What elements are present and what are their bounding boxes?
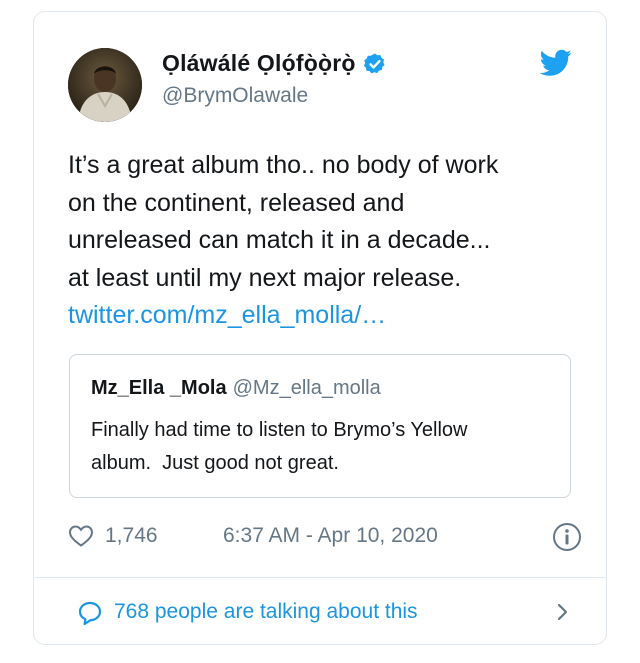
tweet-text: It’s a great album tho.. no body of work… [68,147,578,335]
tweet-text-line: on the continent, released and [68,188,405,217]
tweet-card: Ọláwálé Ọlọ́fọ̀ọ̀rọ̀ @BrymOlawale It’s a… [33,11,607,645]
tweet-text-line: unreleased can match it in a decade... [68,226,491,254]
quoted-tweet[interactable]: Mz_Ella _Mola @Mz_ella_molla Finally had … [69,354,571,498]
quoted-tweet-text: Finally had time to listen to Brymo’s Ye… [91,414,561,480]
quoted-text-line: Finally had time to listen to Brymo’s Ye… [91,419,468,441]
chevron-right-icon[interactable] [554,601,570,623]
author-display-name[interactable]: Ọláwálé Ọlọ́fọ̀ọ̀rọ̀ [162,50,356,77]
tweet-meta: 1,746 6:37 AM - Apr 10, 2020 [68,522,581,552]
tweet-text-line: at least until my next major release. [68,263,462,292]
author-handle[interactable]: @BrymOlawale [162,84,308,108]
verified-badge-icon [363,53,385,73]
heart-icon[interactable] [68,524,94,548]
like-count[interactable]: 1,746 [105,524,158,548]
author-name-row[interactable]: Ọláwálé Ọlọ́fọ̀ọ̀rọ̀ [162,50,387,77]
avatar[interactable] [68,48,142,122]
tweet-link[interactable]: twitter.com/mz_ella_molla/… [68,301,386,329]
info-icon[interactable] [552,522,582,552]
quoted-tweet-header: Mz_Ella _Mola @Mz_ella_molla [91,377,381,400]
tweet-timestamp[interactable]: 6:37 AM - Apr 10, 2020 [223,524,438,548]
quoted-text-line: album. Just good not great. [91,452,339,474]
tweet-text-line: It’s a great album tho.. no body of work [68,151,499,179]
twitter-bird-icon[interactable] [540,49,572,77]
quoted-author-name: Mz_Ella _Mola [91,377,227,399]
conversation-footer[interactable]: 768 people are talking about this [34,578,606,646]
quoted-author-handle: @Mz_ella_molla [232,377,381,399]
talking-count-link[interactable]: 768 people are talking about this [114,600,418,624]
speech-bubble-icon [78,601,102,626]
